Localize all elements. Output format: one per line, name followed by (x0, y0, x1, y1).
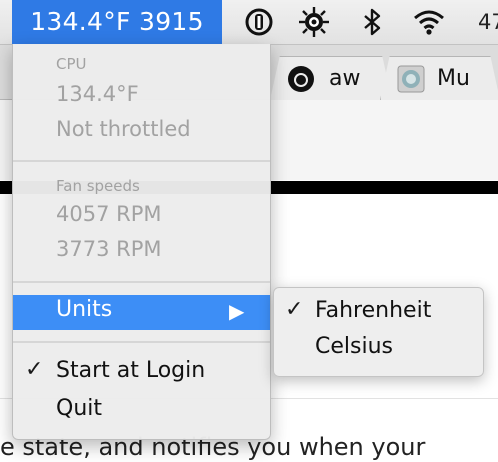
cpu-section-heading: CPU (56, 55, 87, 73)
units-label: Units (56, 297, 113, 322)
quit-item[interactable]: Quit (13, 393, 270, 427)
start-at-login-item[interactable]: ✓ Start at Login (13, 356, 270, 390)
checkmark-icon: ✓ (25, 357, 44, 382)
fan-speeds-heading: Fan speeds (56, 177, 140, 195)
globe-favicon-icon (397, 65, 425, 93)
browser-tab-github[interactable]: aw (270, 56, 392, 100)
battery-percentage[interactable]: 47 (478, 0, 498, 44)
fan-1-speed: 4057 RPM (56, 202, 162, 226)
celsius-item[interactable]: Celsius (274, 332, 483, 366)
celsius-label: Celsius (315, 334, 393, 359)
cpu-temperature: 134.4°F (56, 82, 139, 106)
bluetooth-icon[interactable] (356, 5, 390, 39)
status-dropdown-menu: CPU 134.4°F Not throttled Fan speeds 405… (12, 44, 271, 440)
submenu-arrow-icon: ▶ (229, 299, 245, 323)
start-at-login-label: Start at Login (56, 358, 206, 383)
browser-tab-mu[interactable]: Mu (380, 56, 498, 100)
menu-separator (13, 341, 270, 343)
tab-label: Mu (437, 66, 470, 91)
wifi-icon[interactable] (412, 5, 446, 39)
info-circle-icon[interactable] (242, 5, 276, 39)
fahrenheit-item[interactable]: ✓ Fahrenheit (274, 296, 483, 330)
fan-2-speed: 3773 RPM (56, 237, 162, 261)
temperature-status-item[interactable]: 134.4°F 3915 (12, 0, 222, 44)
quit-label: Quit (56, 396, 102, 421)
menu-separator (13, 160, 270, 162)
menu-separator (13, 281, 270, 283)
github-icon (287, 65, 315, 93)
fahrenheit-label: Fahrenheit (315, 298, 432, 323)
checkmark-icon: ✓ (285, 297, 304, 322)
units-submenu: ✓ Fahrenheit Celsius (273, 287, 484, 377)
tab-label: aw (329, 66, 361, 91)
gear-sun-icon[interactable] (297, 5, 331, 39)
units-menu-item[interactable]: Units ▶ (13, 295, 270, 330)
cpu-throttle-status: Not throttled (56, 117, 191, 141)
menu-bar: 134.4°F 3915 4 (0, 0, 498, 45)
